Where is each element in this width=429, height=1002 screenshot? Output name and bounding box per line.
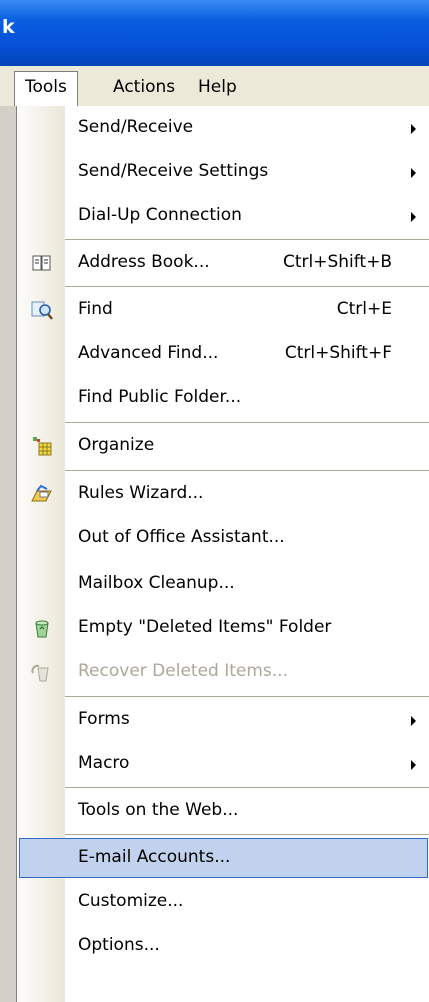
menu-item-email-accounts[interactable]: E-mail Accounts...	[17, 836, 429, 880]
menu-item-label: Send/Receive Settings	[78, 161, 269, 181]
menu-separator	[65, 696, 429, 697]
menu-item-empty-deleted-items[interactable]: Empty "Deleted Items" Folder	[17, 606, 429, 650]
menu-help[interactable]: Help	[188, 72, 247, 102]
window-left-edge	[0, 106, 16, 1002]
menu-item-tools-on-the-web[interactable]: Tools on the Web...	[17, 789, 429, 833]
menu-item-label: Address Book...	[78, 252, 210, 272]
menu-separator	[65, 239, 429, 240]
menu-separator	[65, 470, 429, 471]
rules-wizard-icon	[31, 484, 52, 502]
menu-bar: Tools Actions Help	[0, 66, 429, 107]
menu-item-customize[interactable]: Customize...	[17, 880, 429, 924]
submenu-arrow-icon	[411, 760, 416, 770]
menu-item-macro[interactable]: Macro	[17, 742, 429, 786]
menu-item-label: Organize	[78, 435, 155, 455]
menu-item-label: Find	[78, 299, 113, 319]
menu-item-organize[interactable]: Organize	[17, 424, 429, 468]
organize-icon	[33, 437, 52, 456]
menu-item-options[interactable]: Options...	[17, 924, 429, 968]
menu-item-mailbox-cleanup[interactable]: Mailbox Cleanup...	[17, 562, 429, 606]
menu-item-dialup-connection[interactable]: Dial-Up Connection	[17, 194, 429, 238]
address-book-icon	[32, 255, 51, 271]
menu-item-label: E-mail Accounts...	[78, 847, 231, 867]
menu-item-send-receive[interactable]: Send/Receive	[17, 106, 429, 150]
submenu-arrow-icon	[411, 716, 416, 726]
menu-item-label: Recover Deleted Items...	[78, 661, 288, 681]
menu-item-shortcut: Ctrl+Shift+B	[282, 252, 392, 272]
menu-tools[interactable]: Tools	[14, 71, 78, 107]
menu-item-forms[interactable]: Forms	[17, 698, 429, 742]
menu-item-label: Send/Receive	[78, 117, 194, 137]
submenu-arrow-icon	[411, 168, 416, 178]
menu-item-label: Tools on the Web...	[78, 800, 239, 820]
menu-item-label: Customize...	[78, 891, 184, 911]
submenu-arrow-icon	[411, 212, 416, 222]
menu-item-recover-deleted-items: Recover Deleted Items...	[17, 650, 429, 694]
menu-item-shortcut: Ctrl+Shift+F	[284, 343, 392, 363]
menu-item-label: Macro	[78, 753, 130, 773]
menu-item-label: Advanced Find...	[78, 343, 219, 363]
menu-separator	[65, 787, 429, 788]
submenu-arrow-icon	[411, 124, 416, 134]
recycle-icon	[35, 620, 49, 638]
recover-icon	[31, 664, 49, 682]
title-bar: k	[0, 0, 429, 66]
menu-item-label: Rules Wizard...	[78, 483, 204, 503]
menu-item-shortcut: Ctrl+E	[336, 299, 392, 319]
tools-dropdown-menu: Send/Receive Send/Receive Settings Dial-…	[16, 106, 429, 1002]
menu-item-address-book[interactable]: Address Book... Ctrl+Shift+B	[17, 241, 429, 285]
window-title: k	[2, 16, 15, 38]
find-icon	[31, 301, 53, 320]
menu-item-find-public-folder[interactable]: Find Public Folder...	[17, 376, 429, 420]
menu-item-send-receive-settings[interactable]: Send/Receive Settings	[17, 150, 429, 194]
menu-separator	[65, 286, 429, 287]
menu-item-find[interactable]: Find Ctrl+E	[17, 288, 429, 332]
menu-item-label: Empty "Deleted Items" Folder	[78, 617, 332, 637]
menu-item-label: Find Public Folder...	[78, 387, 242, 407]
menu-item-advanced-find[interactable]: Advanced Find... Ctrl+Shift+F	[17, 332, 429, 376]
menu-item-label: Mailbox Cleanup...	[78, 573, 235, 593]
menu-item-label: Options...	[78, 935, 160, 955]
menu-actions[interactable]: Actions	[103, 72, 185, 102]
menu-item-rules-wizard[interactable]: Rules Wizard...	[17, 472, 429, 516]
menu-item-label: Forms	[78, 709, 130, 729]
menu-item-label: Dial-Up Connection	[78, 205, 242, 225]
menu-item-out-of-office[interactable]: Out of Office Assistant...	[17, 516, 429, 560]
menu-item-label: Out of Office Assistant...	[78, 527, 285, 547]
menu-separator	[65, 422, 429, 423]
menu-separator	[65, 834, 429, 835]
